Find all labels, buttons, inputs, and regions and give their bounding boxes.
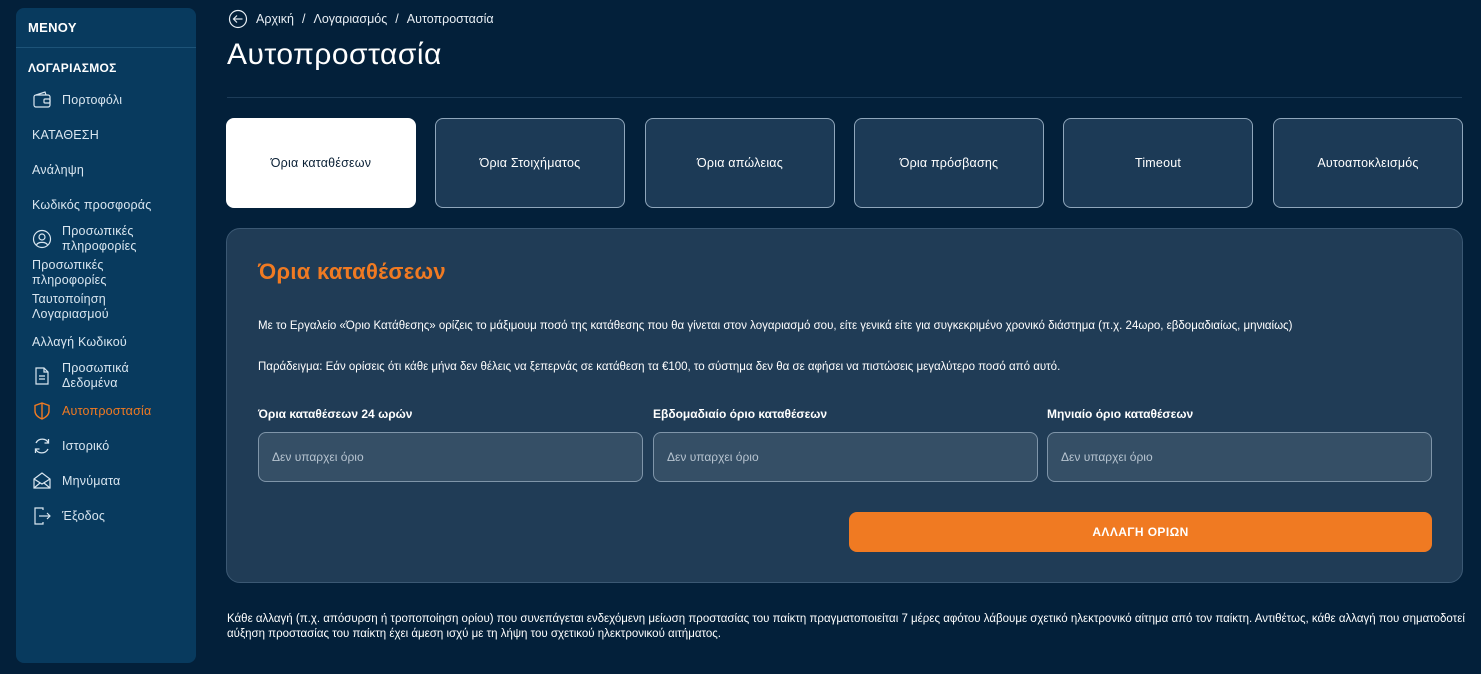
wallet-icon: [32, 90, 52, 110]
title-divider: [227, 97, 1462, 98]
user-icon: [32, 229, 52, 249]
sidebar-item-personal-data[interactable]: Προσωπικά Δεδομένα: [16, 359, 196, 393]
tab-self-exclusion[interactable]: Αυτοαποκλεισμός: [1273, 118, 1463, 208]
page-title: Αυτοπροστασία: [227, 38, 442, 71]
monthly-limit-label: Μηνιαίο όριο καταθέσεων: [1047, 407, 1194, 421]
sidebar-item-deposit[interactable]: ΚΑΤΑΘΕΣΗ: [16, 117, 196, 152]
breadcrumb-account[interactable]: Λογαριασμός: [313, 12, 387, 26]
breadcrumb-separator: /: [395, 12, 399, 26]
deposit-limits-panel: Όρια καταθέσεων Με το Εργαλείο «Όριο Κατ…: [226, 228, 1463, 583]
breadcrumb-separator: /: [302, 12, 306, 26]
history-icon: [32, 436, 52, 456]
breadcrumb: Αρχική / Λογαριασμός / Αυτοπροστασία: [228, 9, 494, 29]
sidebar-item-label: Πορτοφόλι: [62, 92, 123, 107]
breadcrumb-current: Αυτοπροστασία: [406, 12, 494, 26]
tab-loss-limits[interactable]: Όρια απώλειας: [645, 118, 835, 208]
sidebar-section-account: ΛΟΓΑΡΙΑΣΜΟΣ: [28, 61, 117, 75]
monthly-limit-input[interactable]: [1047, 432, 1432, 482]
sidebar-item-account-verification[interactable]: Ταυτοποίηση Λογαριασμού: [16, 290, 196, 324]
sidebar-item-label: Μηνύματα: [62, 473, 121, 488]
weekly-limit-label: Εβδομαδιαίο όριο καταθέσεων: [653, 407, 828, 421]
sidebar-item-label: Προσωπικές πληροφορίες: [62, 224, 137, 253]
daily-limit-label: Όρια καταθέσεων 24 ωρών: [258, 407, 413, 421]
sidebar-item-label: Αυτοπροστασία: [62, 403, 152, 418]
sidebar-item-personal-info[interactable]: Προσωπικές πληροφορίες: [16, 222, 196, 256]
sidebar-item-withdraw[interactable]: Ανάληψη: [16, 152, 196, 187]
sidebar-item-logout[interactable]: Έξοδος: [16, 498, 196, 533]
sidebar-item-messages[interactable]: Μηνύματα: [16, 463, 196, 498]
sidebar-item-label: Προσωπικά Δεδομένα: [62, 361, 129, 390]
sidebar-item-label: Ιστορικό: [62, 438, 110, 453]
sidebar-item-label: Κωδικός προσφοράς: [32, 197, 152, 212]
document-icon: [32, 366, 52, 386]
sidebar-list: Πορτοφόλι ΚΑΤΑΘΕΣΗ Ανάληψη Κωδικός προσφ…: [16, 82, 196, 533]
breadcrumb-home[interactable]: Αρχική: [256, 12, 294, 26]
back-arrow-icon[interactable]: [228, 9, 248, 29]
sidebar: ΜΕΝΟΥ ΛΟΓΑΡΙΑΣΜΟΣ Πορτοφόλι ΚΑΤΑΘΕΣΗ Ανά…: [16, 8, 196, 663]
tab-deposit-limits[interactable]: Όρια καταθέσεων: [226, 118, 416, 208]
sidebar-item-history[interactable]: Ιστορικό: [16, 428, 196, 463]
sidebar-item-label: Ταυτοποίηση Λογαριασμού: [32, 292, 109, 321]
tab-timeout[interactable]: Timeout: [1063, 118, 1253, 208]
sidebar-item-label: ΚΑΤΑΘΕΣΗ: [32, 127, 99, 142]
daily-limit-input[interactable]: [258, 432, 643, 482]
panel-title: Όρια καταθέσεων: [258, 259, 446, 284]
envelope-icon: [32, 471, 52, 491]
panel-description: Με το Εργαλείο «Όριο Κατάθεσης» ορίζεις …: [258, 320, 1293, 332]
sidebar-item-promo-code[interactable]: Κωδικός προσφοράς: [16, 187, 196, 222]
tab-access-limits[interactable]: Όρια πρόσβασης: [854, 118, 1044, 208]
sidebar-item-label: Αλλαγή Κωδικού: [32, 334, 127, 349]
sidebar-item-self-protection[interactable]: Αυτοπροστασία: [16, 393, 196, 428]
panel-example: Παράδειγμα: Εάν ορίσεις ότι κάθε μήνα δε…: [258, 361, 1061, 373]
sidebar-item-label: Έξοδος: [62, 508, 106, 523]
footer-note: Κάθε αλλαγή (π.χ. απόσυρση ή τροποποίηση…: [227, 613, 1465, 640]
sidebar-menu-title: ΜΕΝΟΥ: [16, 8, 196, 48]
tab-betting-limits[interactable]: Όρια Στοιχήματος: [435, 118, 625, 208]
change-limits-button[interactable]: ΑΛΛΑΓΗ ΟΡΙΩΝ: [849, 512, 1432, 552]
logout-icon: [32, 506, 52, 526]
limit-tabs: Όρια καταθέσεων Όρια Στοιχήματος Όρια απ…: [226, 118, 1463, 208]
sidebar-item-change-password[interactable]: Αλλαγή Κωδικού: [16, 324, 196, 359]
sidebar-item-wallet[interactable]: Πορτοφόλι: [16, 82, 196, 117]
shield-icon: [32, 401, 52, 421]
weekly-limit-input[interactable]: [653, 432, 1038, 482]
sidebar-item-label: Ανάληψη: [32, 162, 85, 177]
sidebar-item-label: Προσωπικές πληροφορίες: [32, 258, 107, 287]
sidebar-item-personal-info-2[interactable]: Προσωπικές πληροφορίες: [16, 256, 196, 290]
